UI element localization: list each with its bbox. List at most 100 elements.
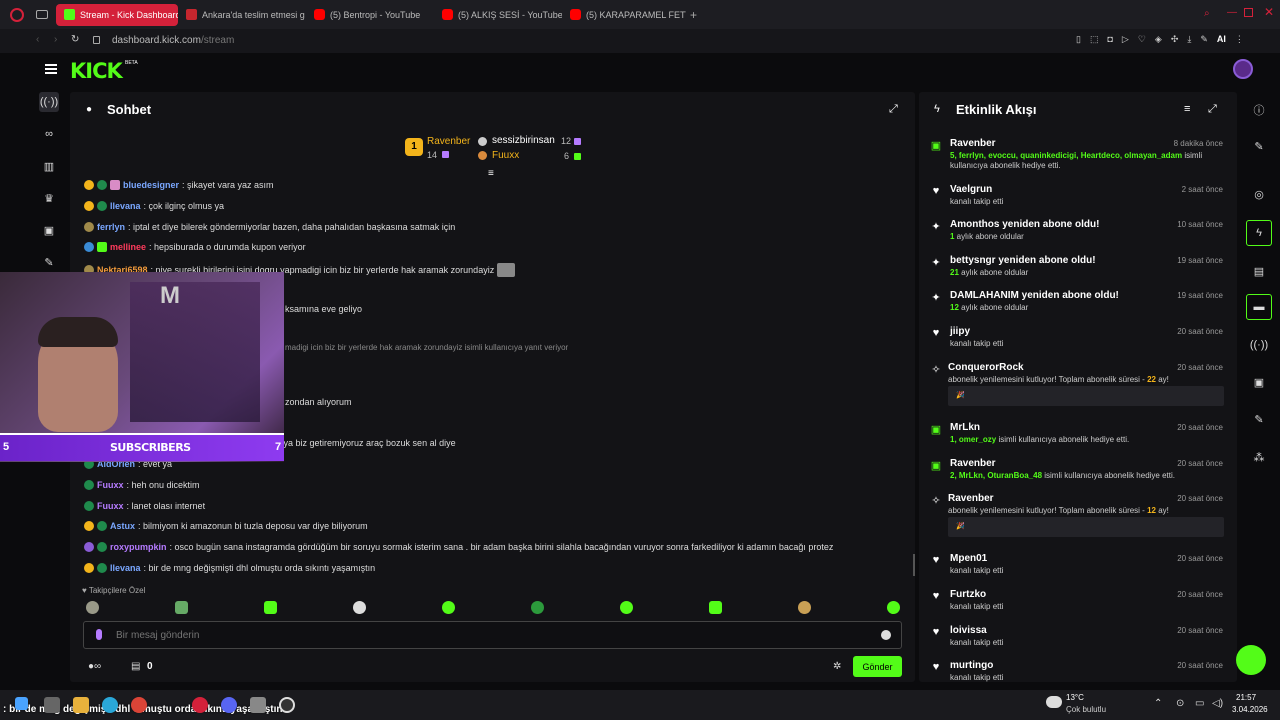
emote-icon[interactable] bbox=[264, 601, 277, 614]
chat-message[interactable]: roxypumpkin: osco bugün sana instagramda… bbox=[84, 542, 833, 552]
kick-logo[interactable]: KICK bbox=[70, 59, 123, 83]
activity-user[interactable]: Ravenber bbox=[950, 458, 996, 469]
activity-item[interactable]: ♥ jiipy 20 saat önce kanalı takip etti bbox=[927, 326, 1231, 352]
chat-username[interactable]: llevana bbox=[110, 201, 141, 211]
nodes-icon[interactable]: ⁂ bbox=[1246, 444, 1272, 470]
emote-icon[interactable] bbox=[175, 601, 188, 614]
tab-alkis[interactable]: (5) ALKIŞ SESİ - YouTube bbox=[434, 4, 562, 26]
screenshot-icon[interactable]: ⬚ bbox=[1090, 34, 1099, 45]
close-icon[interactable]: ✕ bbox=[1264, 5, 1274, 19]
activity-user[interactable]: Vaelgrun bbox=[950, 184, 992, 195]
opera-icon[interactable] bbox=[192, 697, 208, 713]
explorer-icon[interactable] bbox=[73, 697, 89, 713]
clock-date[interactable]: 3.04.2026 bbox=[1232, 705, 1268, 714]
trophy-icon[interactable]: ♛ bbox=[39, 188, 59, 208]
activity-item[interactable]: ✦ DAMLAHANIM yeniden abone oldu! 19 saat… bbox=[927, 290, 1231, 316]
chat-message-input[interactable] bbox=[116, 628, 856, 643]
leader-1-name[interactable]: Ravenber bbox=[427, 136, 470, 147]
minimize-icon[interactable]: — bbox=[1227, 7, 1237, 18]
chat-username[interactable]: Fuuxx bbox=[97, 480, 124, 490]
send-button[interactable]: Gönder bbox=[853, 656, 902, 677]
tab-ankara[interactable]: Ankara'da teslim etmesi g bbox=[178, 4, 306, 26]
start-icon[interactable] bbox=[15, 697, 28, 710]
tab-karaparamel[interactable]: (5) KARAPARAMEL FETTO bbox=[562, 4, 686, 26]
url-field[interactable]: dashboard.kick.com/stream bbox=[112, 35, 234, 46]
activity-user[interactable]: Mpen01 bbox=[950, 553, 987, 564]
popout-icon[interactable]: ⤢ bbox=[889, 103, 898, 116]
activity-user[interactable]: Ravenber bbox=[950, 138, 996, 149]
chat-username[interactable]: bluedesigner bbox=[123, 180, 179, 190]
activity-user[interactable]: MrLkn bbox=[950, 422, 980, 433]
emoji-picker-icon[interactable] bbox=[881, 630, 891, 640]
activity-item[interactable]: ♥ Mpen01 20 saat önce kanalı takip etti bbox=[927, 553, 1231, 579]
chat-message[interactable]: bluedesigner: şikayet vara yaz asım bbox=[84, 180, 274, 190]
chat-message-partial[interactable]: rdıya biz getiremiyoruz araç bozuk sen a… bbox=[273, 438, 456, 448]
support-button[interactable] bbox=[1236, 645, 1266, 675]
activity-user[interactable]: Furtzko bbox=[950, 589, 986, 600]
wrench-icon[interactable]: ✎ bbox=[1246, 406, 1272, 432]
chat-username[interactable]: roxypumpkin bbox=[110, 542, 167, 552]
activity-item[interactable]: ✧ ConquerorRock 20 saat önce abonelik ye… bbox=[927, 362, 1231, 412]
edit-icon[interactable]: ✎ bbox=[1246, 133, 1272, 159]
play-icon[interactable]: ▷ bbox=[1122, 34, 1129, 45]
obs-icon[interactable] bbox=[279, 697, 295, 713]
chat-username[interactable]: ferrlyn bbox=[97, 222, 125, 232]
search-icon[interactable]: ⌕ bbox=[1204, 8, 1210, 19]
link-icon[interactable]: ∞ bbox=[39, 124, 59, 144]
activity-user[interactable]: ConquerorRock bbox=[948, 362, 1024, 373]
download-icon[interactable]: ⤓ bbox=[1187, 34, 1191, 45]
activity-item[interactable]: ♥ murtingo 20 saat önce kanalı takip ett… bbox=[927, 660, 1231, 682]
chat-username[interactable]: mellinee bbox=[110, 242, 146, 252]
popout-icon[interactable]: ⤢ bbox=[1208, 103, 1217, 116]
camera-icon[interactable]: ◘ bbox=[1107, 34, 1112, 45]
chrome-icon[interactable] bbox=[131, 697, 147, 713]
activity-user[interactable]: Ravenber bbox=[948, 493, 994, 504]
layout-icon[interactable]: ▣ bbox=[1246, 369, 1272, 395]
leader-2-name[interactable]: sessizbirinsan bbox=[492, 135, 555, 146]
weather-icon[interactable] bbox=[1046, 696, 1062, 708]
emote-icon[interactable] bbox=[86, 601, 99, 614]
weather-temp[interactable]: 13°C bbox=[1066, 693, 1084, 702]
more-icon[interactable]: ⋮ bbox=[1235, 34, 1244, 45]
broadcast-icon[interactable]: ((·)) bbox=[1246, 332, 1272, 358]
tab-bentropi[interactable]: (5) Bentropi - YouTube bbox=[306, 4, 434, 26]
activity-user[interactable]: loivissa bbox=[950, 625, 987, 636]
chat-scrollbar[interactable] bbox=[913, 554, 915, 576]
hamburger-menu-icon[interactable] bbox=[45, 64, 57, 74]
browser-logo-icon[interactable] bbox=[10, 7, 24, 22]
extensions-icon[interactable]: ✣ bbox=[1171, 34, 1179, 45]
activity-item[interactable]: ✦ Amonthos yeniden abone oldu! 10 saat ö… bbox=[927, 219, 1231, 245]
lightning-icon[interactable]: ϟ bbox=[1246, 220, 1272, 246]
microphone-icon[interactable] bbox=[96, 629, 102, 640]
emote-icon[interactable] bbox=[442, 601, 455, 614]
chat-settings-icon[interactable]: ✲ bbox=[833, 661, 841, 672]
chat-message-partial[interactable]: zondan alıyorum bbox=[285, 397, 352, 407]
document-icon[interactable]: ▤ bbox=[1246, 258, 1272, 284]
taskview-icon[interactable] bbox=[44, 697, 60, 713]
emote-icon[interactable] bbox=[709, 601, 722, 614]
analytics-icon[interactable]: ▥ bbox=[39, 156, 59, 176]
chat-message[interactable]: Astux: bilmiyom ki amazonun bi tuzla dep… bbox=[84, 521, 368, 531]
activity-user[interactable]: jiipy bbox=[950, 326, 970, 337]
app-icon[interactable] bbox=[250, 697, 266, 713]
emote-icon[interactable] bbox=[353, 601, 366, 614]
filter-icon[interactable]: ≡ bbox=[488, 168, 494, 179]
activity-item[interactable]: ▣ Ravenber 20 saat önce 2, MrLkn, Oturan… bbox=[927, 458, 1231, 484]
maximize-icon[interactable] bbox=[1244, 8, 1253, 17]
bookmark-icon[interactable]: ▯ bbox=[1076, 34, 1081, 45]
user-avatar[interactable] bbox=[1233, 59, 1253, 79]
chat-icon[interactable]: ▬ bbox=[1246, 294, 1272, 320]
network-icon[interactable]: ▭ bbox=[1195, 698, 1204, 709]
chat-username[interactable]: Astux bbox=[110, 521, 135, 531]
emote-icon[interactable] bbox=[531, 601, 544, 614]
activity-item[interactable]: ♥ Vaelgrun 2 saat önce kanalı takip etti bbox=[927, 184, 1231, 210]
activity-item[interactable]: ▣ MrLkn 20 saat önce 1, omer_ozy isimli … bbox=[927, 422, 1231, 448]
chat-username[interactable]: Fuuxx bbox=[97, 501, 124, 511]
chat-input-box[interactable] bbox=[83, 621, 902, 649]
record-icon[interactable]: ◎ bbox=[1246, 181, 1272, 207]
stream-icon[interactable]: ((·)) bbox=[39, 92, 59, 112]
emote-icon[interactable] bbox=[798, 601, 811, 614]
chat-username[interactable]: llevana bbox=[110, 563, 141, 573]
emote-icon[interactable] bbox=[620, 601, 633, 614]
chat-message[interactable]: Fuuxx: heh onu dicektim bbox=[84, 480, 200, 490]
